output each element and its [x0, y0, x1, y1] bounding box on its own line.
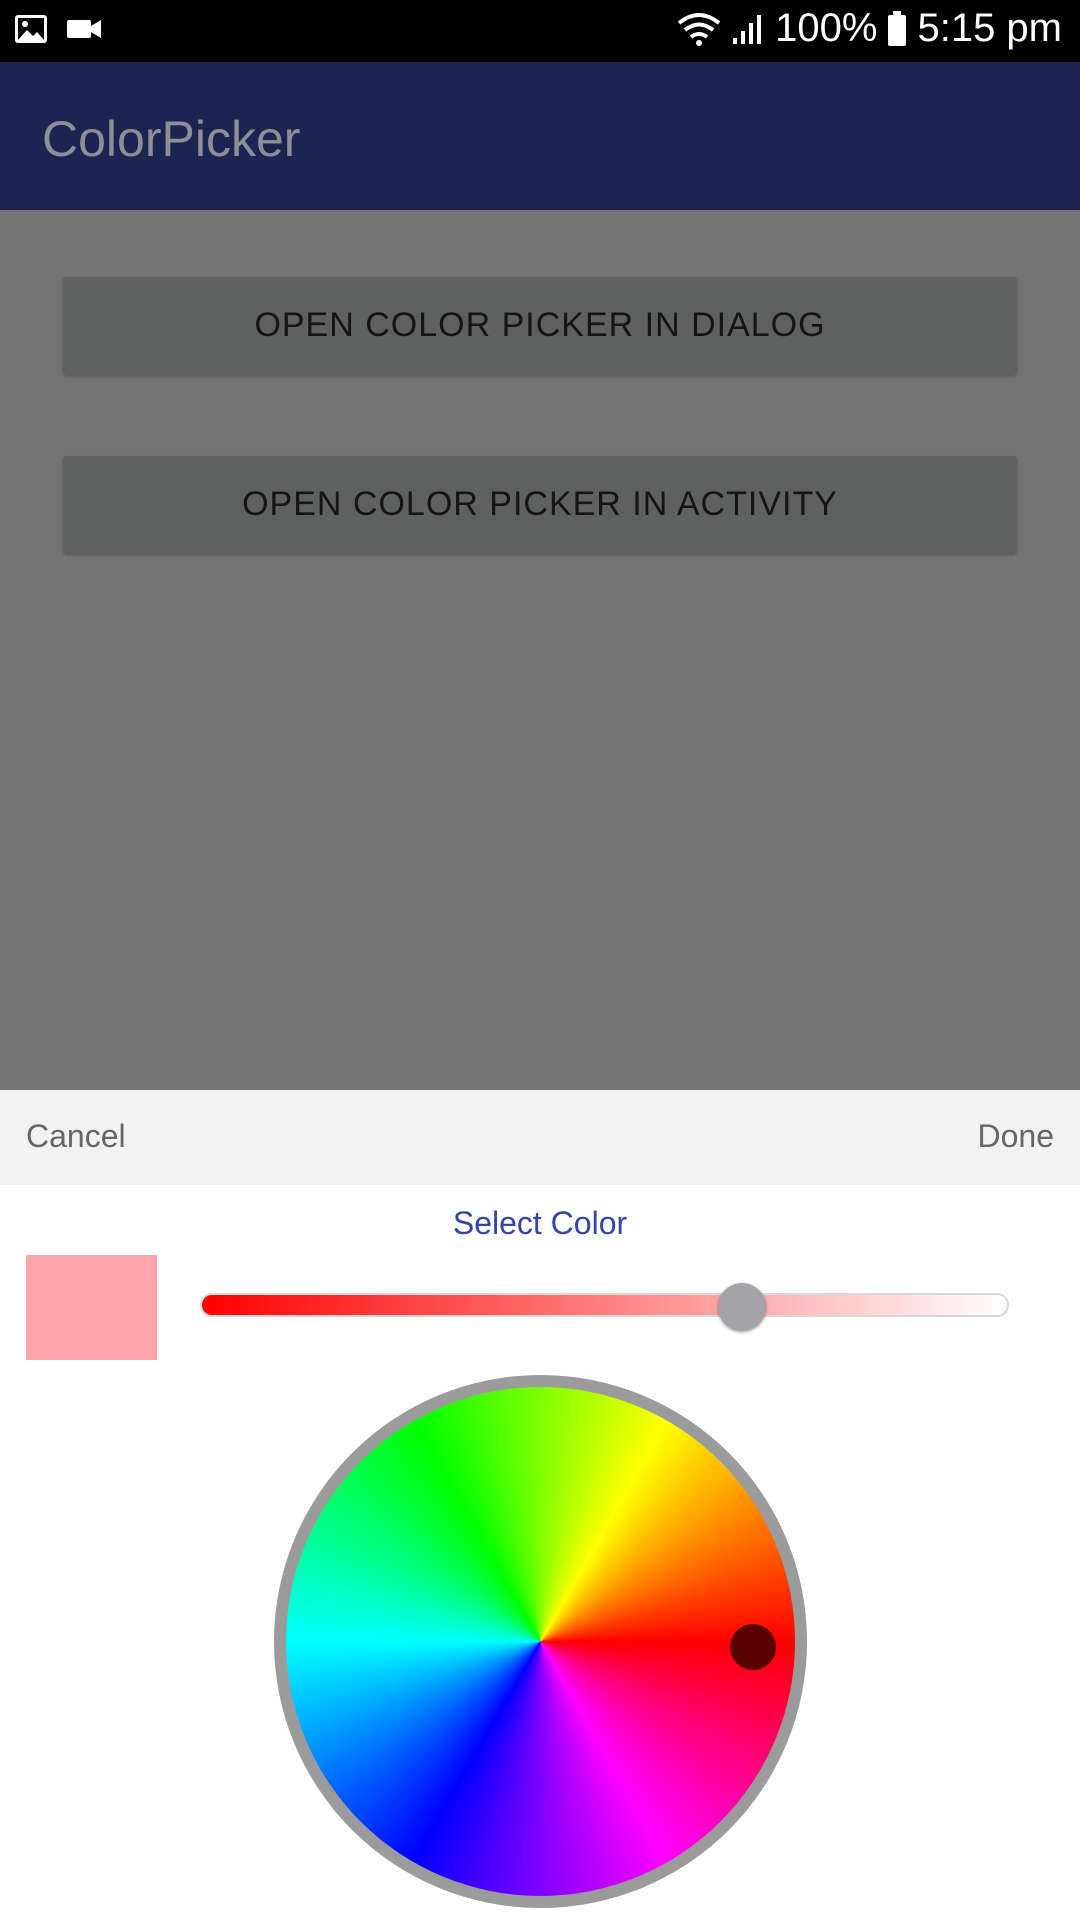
open-picker-dialog-button[interactable]: OPEN COLOR PICKER IN DIALOG	[63, 277, 1017, 374]
color-wheel-handle[interactable]	[730, 1624, 776, 1670]
main-content: OPEN COLOR PICKER IN DIALOG OPEN COLOR P…	[0, 210, 1080, 1090]
app-bar: ColorPicker	[0, 62, 1080, 210]
saturation-slider[interactable]	[200, 1293, 1009, 1317]
open-picker-activity-button[interactable]: OPEN COLOR PICKER IN ACTIVITY	[63, 456, 1017, 553]
done-button[interactable]: Done	[978, 1118, 1055, 1155]
wifi-icon	[677, 11, 721, 47]
clock: 5:15 pm	[917, 6, 1062, 50]
signal-icon	[731, 12, 765, 46]
color-picker-sheet: Cancel Done Select Color	[0, 1090, 1080, 1920]
video-camera-icon	[66, 17, 102, 46]
app-title: ColorPicker	[42, 111, 301, 167]
system-status: 100% 5:15 pm	[677, 6, 1062, 51]
color-wheel[interactable]	[286, 1387, 795, 1896]
saturation-slider-thumb[interactable]	[718, 1283, 766, 1331]
picker-title: Select Color	[452, 1205, 628, 1241]
selected-color-swatch	[26, 1255, 157, 1360]
battery-icon	[887, 10, 907, 47]
notification-icons	[14, 14, 102, 49]
status-bar: 100% 5:15 pm	[0, 0, 1080, 62]
battery-percent: 100%	[775, 6, 878, 50]
cancel-button[interactable]: Cancel	[26, 1118, 126, 1155]
gallery-icon	[14, 14, 48, 49]
sheet-header: Cancel Done	[0, 1090, 1080, 1185]
